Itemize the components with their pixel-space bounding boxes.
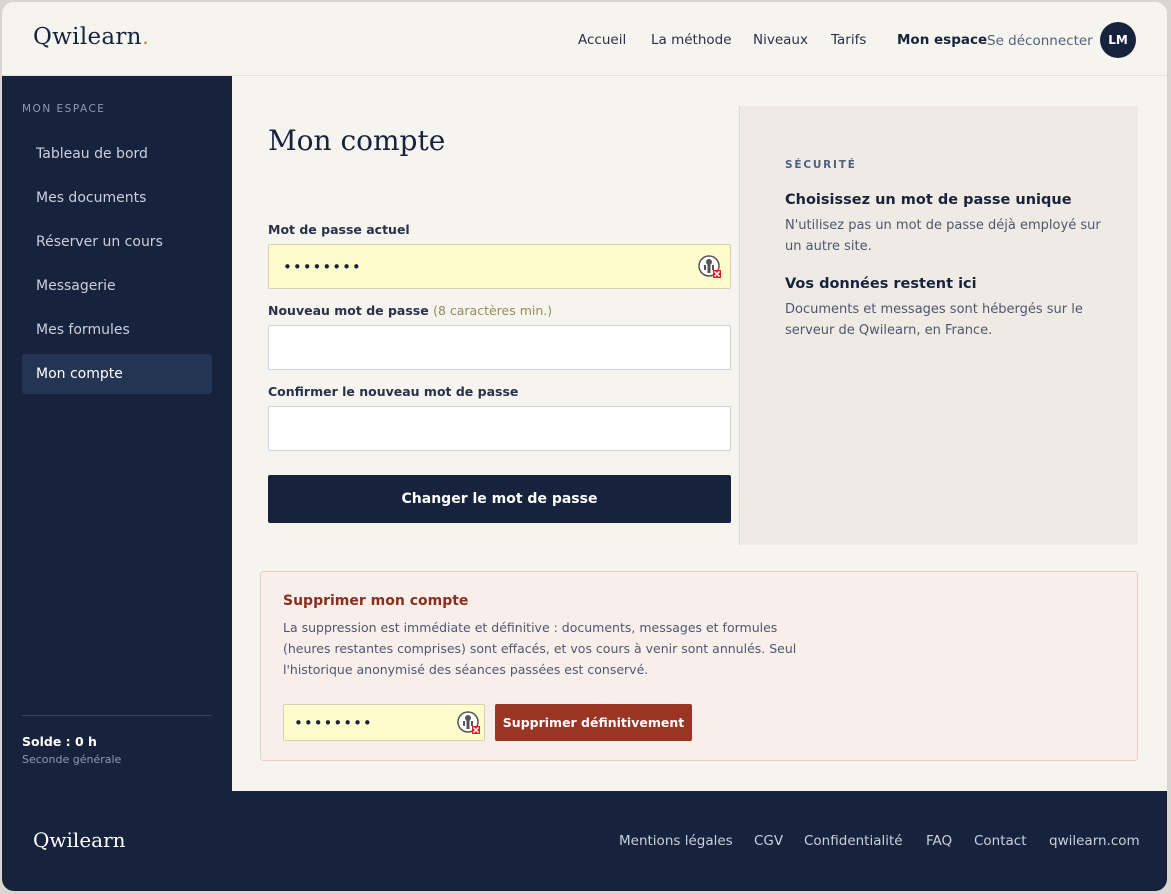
new-password-label-text: Nouveau mot de passe [268, 303, 429, 318]
new-password-input[interactable] [268, 325, 731, 370]
sidebar-item-label: Mes formules [36, 322, 130, 338]
security-tip-text: N'utilisez pas un mot de passe déjà empl… [785, 218, 1101, 254]
brand-logo[interactable]: Qwilearn. [33, 24, 149, 50]
top-navigation-bar: Qwilearn. Accueil La méthode Niveaux Tar… [2, 2, 1167, 76]
nav-mon-espace[interactable]: Mon espace [897, 32, 987, 48]
nav-accueil[interactable]: Accueil [578, 32, 626, 48]
sidebar-divider [22, 715, 212, 716]
confirm-password-input[interactable] [268, 406, 731, 451]
sidebar-item-messagerie[interactable]: Messagerie [22, 266, 212, 306]
footer-link-faq[interactable]: FAQ [926, 833, 952, 849]
footer-link-contact[interactable]: Contact [974, 833, 1027, 849]
logo-dot: . [141, 24, 150, 50]
password-manager-key-icon[interactable] [457, 711, 481, 735]
student-level: Seconde générale [22, 753, 122, 766]
security-tip-title: Choisissez un mot de passe unique [785, 192, 1072, 208]
logo-part-main: Qwi [33, 24, 80, 50]
sidebar: MON ESPACE Tableau de bord Mes documents… [2, 76, 232, 791]
app-window: Qwilearn. Accueil La méthode Niveaux Tar… [2, 2, 1167, 891]
balance-hours: Solde : 0 h [22, 734, 97, 749]
page-title: Mon compte [268, 124, 446, 157]
password-manager-key-icon[interactable] [698, 255, 722, 279]
new-password-label: Nouveau mot de passe (8 caractères min.) [268, 303, 552, 318]
sidebar-item-tableau-de-bord[interactable]: Tableau de bord [22, 134, 212, 174]
current-password-label: Mot de passe actuel [268, 222, 410, 237]
security-tip-text: Documents et messages sont hébergés sur … [785, 302, 1083, 338]
sidebar-item-label: Mes documents [36, 190, 147, 206]
footer: Qwilearn Mentions légales CGV Confidenti… [2, 791, 1167, 891]
delete-account-section: Supprimer mon compte La suppression est … [260, 571, 1138, 761]
delete-password-input[interactable] [283, 704, 485, 741]
user-avatar[interactable]: LM [1100, 22, 1136, 58]
footer-link-confidentialite[interactable]: Confidentialité [804, 833, 903, 849]
nav-tarifs[interactable]: Tarifs [831, 32, 866, 48]
footer-logo-main: Qwi [33, 828, 73, 852]
footer-link-mentions-legales[interactable]: Mentions légales [619, 833, 733, 849]
footer-link-cgv[interactable]: CGV [754, 833, 783, 849]
delete-account-warning: La suppression est immédiate et définiti… [283, 620, 797, 677]
new-password-hint: (8 caractères min.) [433, 303, 553, 318]
footer-link-qwilearn[interactable]: qwilearn.com [1049, 833, 1140, 849]
sidebar-item-mes-formules[interactable]: Mes formules [22, 310, 212, 350]
sidebar-item-label: Tableau de bord [36, 146, 148, 162]
change-password-button[interactable]: Changer le mot de passe [268, 475, 731, 523]
nav-niveaux[interactable]: Niveaux [753, 32, 808, 48]
sidebar-heading: MON ESPACE [22, 103, 106, 115]
sidebar-item-label: Mon compte [36, 366, 123, 382]
security-tips-panel: SÉCURITÉ Choisissez un mot de passe uniq… [739, 106, 1138, 545]
delete-account-button[interactable]: Supprimer définitivement [495, 704, 692, 741]
current-password-input[interactable] [268, 244, 731, 289]
nav-la-methode[interactable]: La méthode [651, 32, 732, 48]
sidebar-item-label: Réserver un cours [36, 234, 163, 250]
security-tip-title: Vos données restent ici [785, 276, 977, 292]
sidebar-item-reserver-un-cours[interactable]: Réserver un cours [22, 222, 212, 262]
sidebar-item-mon-compte[interactable]: Mon compte [22, 354, 212, 394]
footer-logo[interactable]: Qwilearn [33, 828, 126, 852]
footer-logo-rest: learn [72, 828, 126, 852]
confirm-password-label: Confirmer le nouveau mot de passe [268, 384, 519, 399]
sidebar-item-label: Messagerie [36, 278, 116, 294]
logo-part-rest: learn [79, 24, 142, 50]
security-kicker: SÉCURITÉ [785, 159, 857, 171]
logout-link[interactable]: Se déconnecter [987, 33, 1093, 49]
delete-account-title: Supprimer mon compte [283, 593, 469, 609]
sidebar-item-mes-documents[interactable]: Mes documents [22, 178, 212, 218]
